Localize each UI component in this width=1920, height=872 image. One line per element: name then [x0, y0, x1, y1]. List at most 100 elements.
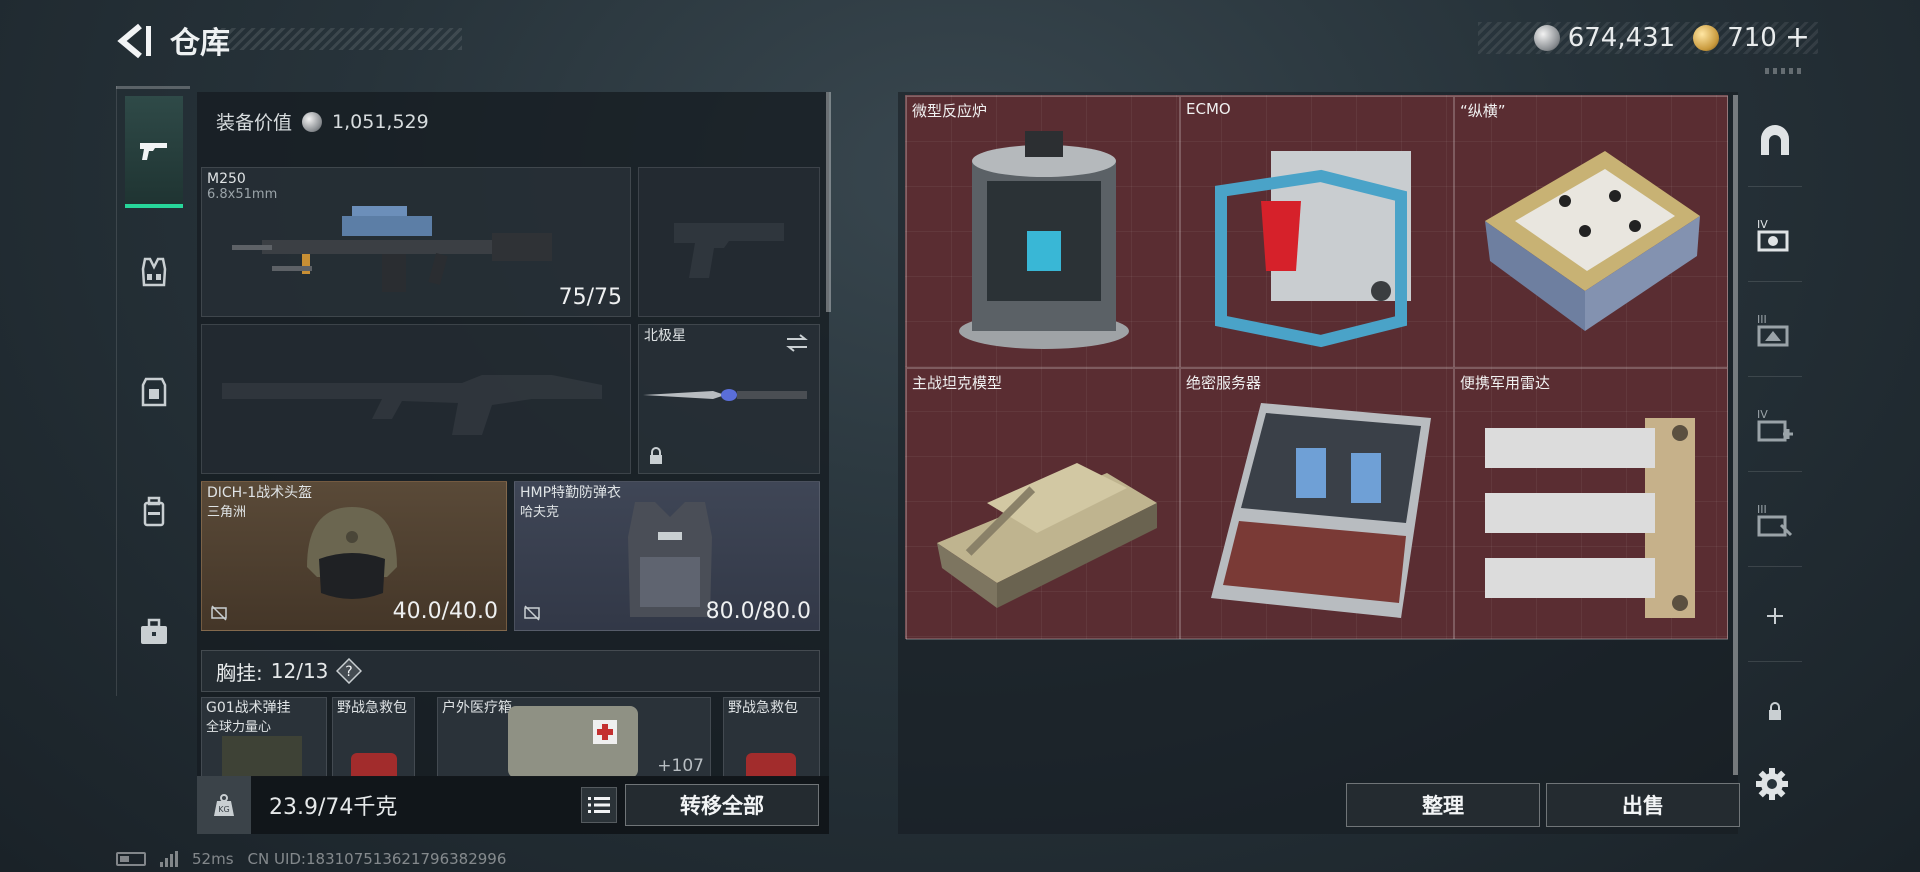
stash-item-name: ECMO — [1186, 100, 1231, 118]
pocket-item-name: G01战术弹挂 — [206, 700, 291, 716]
pocket-slot[interactable]: 户外医疗箱 +107 — [437, 697, 711, 777]
backpack-icon — [143, 496, 165, 527]
tier-iv-medkit-icon: IV — [1757, 408, 1793, 441]
tank-model-icon — [937, 463, 1157, 608]
gear-icon[interactable] — [1754, 766, 1790, 802]
stash-page-tabs: IV III IV III — [1740, 95, 1810, 775]
stash-item-server[interactable]: 绝密服务器 — [1180, 368, 1454, 640]
pistol-silhouette-icon — [674, 223, 784, 278]
pocket-slot[interactable]: 野战急救包 — [723, 697, 820, 777]
secondary-weapon-slot[interactable] — [638, 167, 820, 317]
stash-scrollbar[interactable] — [1733, 95, 1738, 775]
category-backpack[interactable] — [125, 456, 183, 568]
gold-amount: 710 — [1727, 23, 1777, 53]
add-stash-page-button[interactable] — [1748, 570, 1802, 662]
armor-name: HMP特勤防弹衣 — [520, 485, 622, 501]
loadout-scrollbar[interactable] — [826, 92, 831, 312]
stash-grid: 微型反应炉 ECMO “纵横” 主战坦克模型 绝密服务器 便携军用雷达 — [905, 95, 1728, 640]
pocket-row: G01战术弹挂 全球力量心 野战急救包 户外医疗箱 +107 野战急救包 — [201, 697, 820, 777]
category-sidebar — [116, 86, 190, 696]
pistol-icon — [140, 143, 167, 160]
radar-icon — [1485, 418, 1695, 618]
category-weapons[interactable] — [125, 96, 183, 208]
server-icon — [1211, 403, 1431, 618]
primary-weapon-slot[interactable]: M250 6.8x51mm 75/75 — [201, 167, 631, 317]
armor-brand: 哈夫克 — [520, 505, 560, 520]
lock-icon — [650, 447, 662, 464]
stash-item-radar[interactable]: 便携军用雷达 — [1454, 368, 1728, 640]
pocket-item-name: 野战急救包 — [337, 700, 407, 716]
stash-item-ecmo[interactable]: ECMO — [1180, 96, 1454, 368]
vest-icon — [141, 257, 167, 287]
pocket-item-name: 野战急救包 — [728, 700, 798, 716]
help-icon[interactable]: ? — [336, 658, 363, 684]
svg-text:KG: KG — [218, 805, 229, 814]
arch-icon — [1761, 124, 1789, 155]
stash-tab-iv-medkit[interactable]: IV — [1748, 380, 1802, 472]
tier-iv-tool-icon: IV — [1757, 218, 1789, 251]
knife-icon — [643, 389, 807, 401]
armor-durability: 80.0/80.0 — [705, 599, 811, 624]
sort-button[interactable]: 整理 — [1346, 783, 1540, 827]
helmet-brand: 三角洲 — [207, 505, 247, 520]
status-bar: 52ms CN UID:18310751362179638299​6 — [116, 850, 506, 868]
player-uid: CN UID:18310751362179638299​6 — [247, 850, 507, 868]
briefcase-icon — [141, 618, 167, 644]
chest-rig-label: 胸挂: — [216, 660, 263, 685]
stash-tab-main[interactable] — [1748, 95, 1802, 187]
melee-name: 北极星 — [644, 328, 686, 344]
stash-tab-iv-tools[interactable]: IV — [1748, 190, 1802, 282]
machine-gun-icon — [232, 206, 552, 292]
header-decoration — [1765, 68, 1801, 74]
stash-item-reactor[interactable]: 微型反应炉 — [906, 96, 1180, 368]
transfer-all-button[interactable]: 转移全部 — [625, 784, 819, 826]
helmet-slot[interactable]: DICH-1战术头盔 三角洲 40.0/40.0 — [201, 481, 507, 631]
signal-icon — [160, 851, 178, 867]
item-count: +107 — [657, 756, 704, 776]
pocket-item-name: 户外医疗箱 — [442, 700, 512, 716]
weight-icon-box: KG — [197, 776, 251, 834]
title-decoration — [212, 28, 462, 50]
weapon-ammo: 75/75 — [558, 285, 622, 310]
armor-plate-icon — [141, 377, 167, 407]
stash-tab-iii-tools[interactable]: III — [1748, 285, 1802, 377]
back-arrow-icon[interactable] — [112, 20, 154, 62]
second-primary-slot[interactable] — [201, 324, 631, 474]
no-repair-icon — [211, 605, 227, 621]
stash-item-name: 绝密服务器 — [1186, 374, 1262, 392]
svg-text:?: ? — [346, 664, 353, 680]
stash-item-tank-model[interactable]: 主战坦克模型 — [906, 368, 1180, 640]
gold-currency[interactable]: 710 + — [1693, 23, 1810, 53]
list-view-button[interactable] — [581, 787, 617, 823]
pocket-item-sub: 全球力量心 — [206, 720, 272, 735]
medkit-image — [351, 753, 397, 777]
chest-rig-bar[interactable]: 胸挂: 12/13 ? — [201, 650, 820, 692]
add-currency-button[interactable]: + — [1785, 23, 1810, 53]
melee-slot[interactable]: 北极星 — [638, 324, 820, 474]
category-case[interactable] — [125, 576, 183, 688]
list-icon — [588, 797, 610, 813]
stash-item-chess[interactable]: “纵横” — [1454, 96, 1728, 368]
stash-item-name: 主战坦克模型 — [912, 374, 1003, 392]
sell-button[interactable]: 出售 — [1546, 783, 1740, 827]
helmet-durability: 40.0/40.0 — [392, 599, 498, 624]
silver-currency: 674,431 — [1533, 23, 1675, 53]
swap-icon[interactable] — [785, 333, 809, 353]
category-chest-rig[interactable] — [125, 216, 183, 328]
no-repair-icon — [524, 605, 540, 621]
equipment-value-label: 装备价值 — [216, 112, 293, 134]
ammo-rig-image — [222, 736, 302, 776]
pocket-slot[interactable]: G01战术弹挂 全球力量心 — [201, 697, 327, 777]
tier-iii-tool-icon: III — [1757, 503, 1793, 536]
loadout-footer: KG 23.9/74千克 转移全部 — [197, 776, 829, 834]
lock-icon — [1769, 702, 1781, 720]
medical-case-image — [508, 706, 638, 777]
svg-text:IV: IV — [1757, 218, 1768, 231]
locked-stash-page[interactable] — [1748, 665, 1802, 757]
armor-slot[interactable]: HMP特勤防弹衣 哈夫克 80.0/80.0 — [514, 481, 820, 631]
pocket-slot[interactable]: 野战急救包 — [332, 697, 415, 777]
equipment-value-amount: 1,051,529 — [332, 110, 429, 133]
plus-icon — [1767, 607, 1783, 624]
stash-tab-iii-items[interactable]: III — [1748, 475, 1802, 567]
category-armor[interactable] — [125, 336, 183, 448]
